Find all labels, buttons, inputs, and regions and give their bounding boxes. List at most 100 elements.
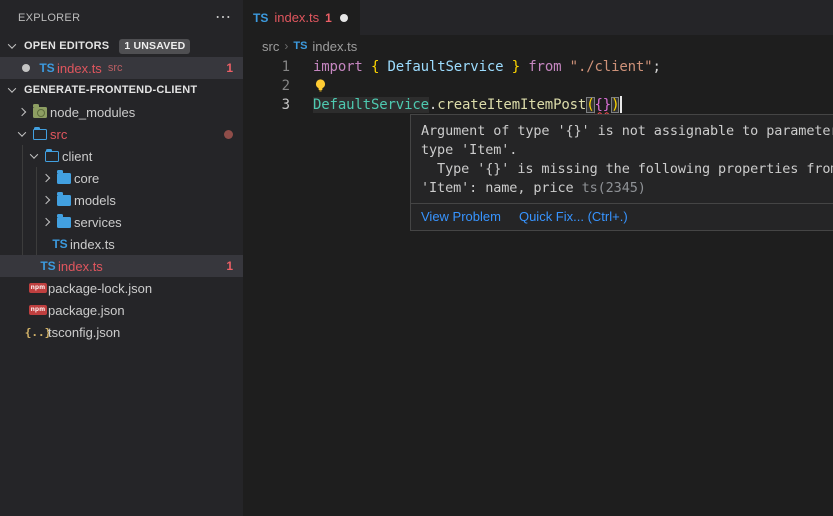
open-folder-icon (42, 151, 62, 162)
code-line-1[interactable]: 1 import { DefaultService } from "./clie… (243, 57, 833, 76)
typescript-file-icon: TS (293, 40, 307, 52)
breadcrumb-separator-icon: › (284, 39, 288, 53)
workspace-name-label: GENERATE-FRONTEND-CLIENT (24, 84, 197, 96)
tree-item-label: core (74, 171, 99, 186)
code-token: ; (652, 59, 660, 75)
view-problem-link[interactable]: View Problem (421, 209, 501, 224)
tree-item-src[interactable]: src (0, 123, 243, 145)
code-line-3[interactable]: 3 DefaultService.createItemItemPost({}) (243, 95, 833, 114)
tree-item-label: models (74, 193, 116, 208)
tree-item-label: package-lock.json (48, 281, 152, 296)
explorer-header: EXPLORER ⋯ (0, 0, 243, 35)
file-tree: node_modules src client core (0, 101, 243, 343)
typescript-file-icon: TS (253, 11, 268, 25)
code-token: . (429, 97, 437, 113)
error-hover-tooltip: Argument of type '{}' is not assignable … (410, 114, 833, 231)
editor-group: TS index.ts 1 src › TS index.ts 1 import… (243, 0, 833, 516)
npm-file-icon: npm (28, 283, 48, 294)
open-editors-label: OPEN EDITORS (24, 40, 109, 52)
tree-item-package-json[interactable]: npm package.json (0, 299, 243, 321)
tree-item-package-lock-json[interactable]: npm package-lock.json (0, 277, 243, 299)
more-actions-icon[interactable]: ⋯ (215, 10, 231, 26)
error-count-badge: 1 (226, 61, 233, 75)
matched-bracket: ( (586, 97, 594, 113)
tree-item-label: services (74, 215, 122, 230)
chevron-right-icon[interactable] (38, 175, 54, 181)
error-message-line: Type '{}' is missing the following prope… (421, 160, 833, 179)
code-token: } (503, 59, 520, 75)
npm-file-icon: npm (28, 305, 48, 316)
unsaved-count-badge: 1 UNSAVED (119, 39, 190, 54)
error-message-line: type 'Item'. (421, 141, 833, 160)
breadcrumb-folder[interactable]: src (262, 39, 279, 54)
chevron-right-icon[interactable] (38, 219, 54, 225)
chevron-down-icon[interactable] (14, 131, 30, 137)
folder-icon (54, 173, 74, 184)
code-token: import (313, 59, 371, 75)
hover-action-bar: View Problem Quick Fix... (Ctrl+.) (411, 203, 833, 230)
chevron-down-icon[interactable] (26, 153, 42, 159)
tree-item-models[interactable]: models (0, 189, 243, 211)
error-argument-token: {} (595, 97, 612, 113)
error-message-line: Argument of type '{}' is not assignable … (421, 122, 833, 141)
error-message: Argument of type '{}' is not assignable … (411, 115, 833, 203)
chevron-down-icon[interactable] (4, 43, 20, 49)
text-cursor (620, 96, 622, 113)
folder-icon (54, 195, 74, 206)
lightbulb-icon[interactable] (313, 78, 328, 93)
chevron-right-icon[interactable] (14, 109, 30, 115)
code-token: DefaultService (313, 97, 429, 113)
code-token: createItemItemPost (437, 97, 586, 113)
tree-item-label: index.ts (58, 259, 103, 274)
code-line-2[interactable]: 2 (243, 76, 833, 95)
code-token: from (520, 59, 570, 75)
open-folder-icon (30, 129, 50, 140)
line-number: 2 (243, 78, 290, 94)
open-editor-item-index-ts[interactable]: TS index.ts src 1 (0, 57, 243, 79)
code-token: { (371, 59, 388, 75)
tab-index-ts[interactable]: TS index.ts 1 (243, 0, 360, 35)
line-number: 1 (243, 59, 290, 75)
workspace-section-header[interactable]: GENERATE-FRONTEND-CLIENT (0, 79, 243, 101)
tree-item-label: package.json (48, 303, 125, 318)
open-editors-header[interactable]: OPEN EDITORS 1 UNSAVED (0, 35, 243, 57)
breadcrumb-file[interactable]: index.ts (312, 39, 357, 54)
tree-item-label: client (62, 149, 92, 164)
tree-item-src-index-ts[interactable]: TS index.ts 1 (0, 255, 243, 277)
code-token: DefaultService (388, 59, 504, 75)
error-message-line: 'Item': name, price ts(2345) (421, 179, 833, 198)
tab-bar: TS index.ts 1 (243, 0, 833, 35)
tab-error-count: 1 (325, 11, 332, 25)
matched-bracket: ) (611, 97, 619, 113)
tab-title: index.ts (274, 10, 319, 25)
tree-item-tsconfig-json[interactable]: {..} tsconfig.json (0, 321, 243, 343)
typescript-file-icon: TS (37, 61, 57, 75)
folder-icon (54, 217, 74, 228)
tree-item-client[interactable]: client (0, 145, 243, 167)
quick-fix-link[interactable]: Quick Fix... (Ctrl+.) (519, 209, 628, 224)
code-token: "./client" (570, 59, 653, 75)
code-area[interactable]: 1 import { DefaultService } from "./clie… (243, 57, 833, 114)
tree-item-core[interactable]: core (0, 167, 243, 189)
tree-item-client-index-ts[interactable]: TS index.ts (0, 233, 243, 255)
node-modules-folder-icon (30, 107, 50, 118)
error-code: ts(2345) (582, 180, 646, 196)
chevron-down-icon[interactable] (4, 87, 20, 93)
typescript-file-icon: TS (50, 237, 70, 251)
tree-item-label: index.ts (70, 237, 115, 252)
json-file-icon: {..} (28, 326, 48, 339)
chevron-right-icon[interactable] (38, 197, 54, 203)
tree-item-node-modules[interactable]: node_modules (0, 101, 243, 123)
explorer-sidebar: EXPLORER ⋯ OPEN EDITORS 1 UNSAVED TS ind… (0, 0, 243, 516)
explorer-title: EXPLORER (18, 12, 215, 24)
open-editor-file-label: index.ts (57, 61, 102, 76)
tree-item-label: tsconfig.json (48, 325, 120, 340)
unsaved-dot-icon[interactable] (22, 64, 30, 72)
tree-item-label: src (50, 127, 67, 142)
line-number: 3 (243, 97, 290, 113)
tree-item-services[interactable]: services (0, 211, 243, 233)
modified-dot-icon (224, 130, 233, 139)
unsaved-dot-icon[interactable] (340, 14, 348, 22)
breadcrumb: src › TS index.ts (243, 35, 833, 57)
typescript-file-icon: TS (38, 259, 58, 273)
